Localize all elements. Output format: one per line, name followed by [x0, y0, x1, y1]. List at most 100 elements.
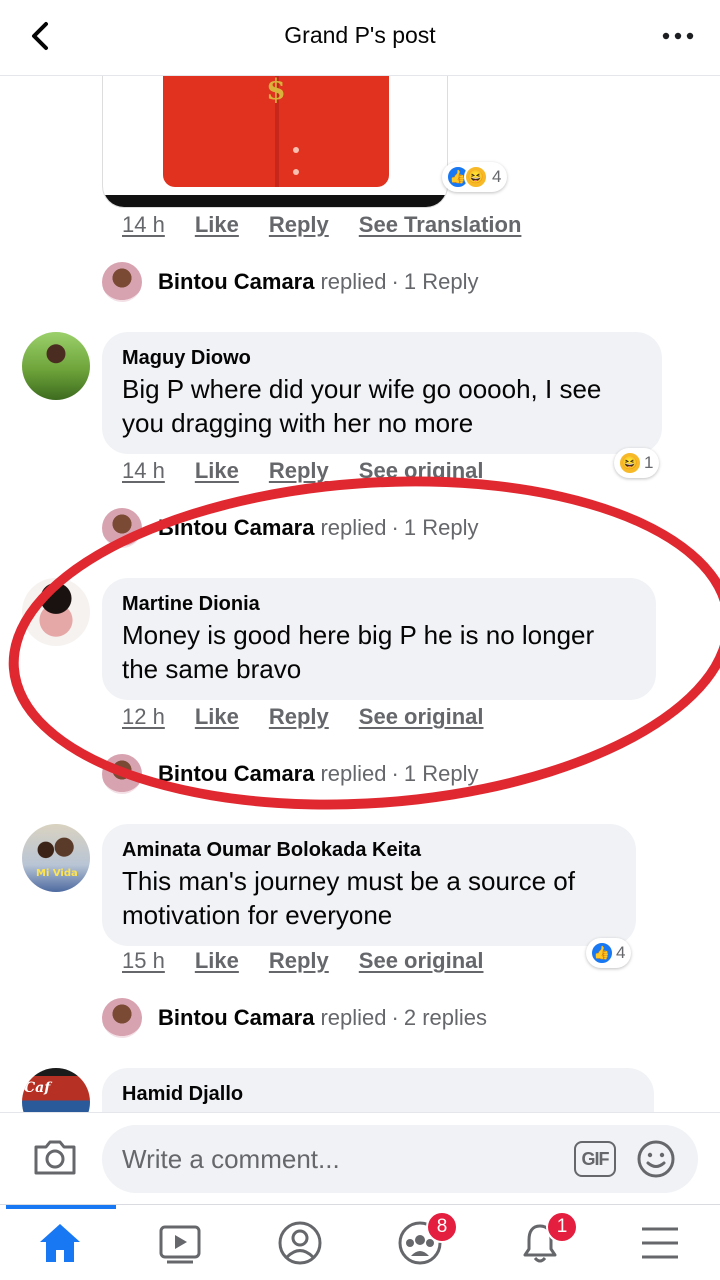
see-original-link[interactable]: See original	[359, 704, 484, 730]
tab-home[interactable]	[36, 1219, 84, 1267]
avatar[interactable]: Caf	[22, 1068, 90, 1112]
reply-author: Bintou Camara	[158, 1005, 315, 1030]
reaction-summary[interactable]: 👍 😆 4	[442, 162, 508, 192]
tab-profile[interactable]	[276, 1219, 324, 1267]
reply-author: Bintou Camara	[158, 761, 315, 786]
separator: ·	[391, 269, 399, 294]
comment-author[interactable]: Hamid Djallo	[122, 1080, 634, 1108]
comment-text: Big P where did your wife go ooooh, I se…	[122, 374, 602, 438]
separator: ·	[391, 515, 399, 540]
reply-button[interactable]: Reply	[269, 704, 329, 730]
reply-count: 1 Reply	[403, 515, 479, 540]
thumbs-up-icon: 👍	[590, 941, 614, 965]
replies-summary[interactable]: Bintou Camara replied · 2 replies	[102, 998, 487, 1038]
photo-bottom-edge	[103, 195, 447, 207]
reply-verb: replied	[320, 269, 387, 294]
comment-time[interactable]: 14 h	[122, 212, 165, 238]
avatar-caption: Caf	[24, 1080, 51, 1096]
reply-button[interactable]: Reply	[269, 948, 329, 974]
gif-button[interactable]: GIF	[574, 1141, 616, 1177]
separator: ·	[391, 1005, 399, 1030]
comment-composer: GIF	[0, 1112, 720, 1204]
top-bar: Grand P's post	[0, 0, 720, 76]
reply-verb: replied	[320, 1005, 387, 1030]
groups-badge: 8	[426, 1211, 458, 1243]
see-translation-link[interactable]: See Translation	[359, 212, 522, 238]
replies-summary[interactable]: Bintou Camara replied · 1 Reply	[102, 754, 478, 794]
reaction-summary[interactable]: 👍 4	[586, 938, 632, 968]
tab-notifications[interactable]: 1	[516, 1211, 578, 1267]
camera-icon	[34, 1140, 76, 1175]
photo-button	[293, 147, 299, 153]
comment-photo[interactable]: $	[102, 76, 448, 208]
comment-time[interactable]: 14 h	[122, 458, 165, 484]
comment-text: Money is good here big P he is no longer…	[122, 620, 595, 684]
comment-actions: 14 h Like Reply See original	[122, 458, 484, 484]
like-button[interactable]: Like	[195, 948, 239, 974]
emoji-button[interactable]	[636, 1139, 676, 1179]
laughing-emoji-icon: 😆	[618, 451, 642, 475]
comment-bubble[interactable]: Aminata Oumar Bolokada Keita This man's …	[102, 824, 636, 946]
comment-bubble[interactable]: Hamid Djallo	[102, 1068, 654, 1112]
comment-author[interactable]: Martine Dionia	[122, 590, 636, 618]
reaction-summary[interactable]: 😆 1	[614, 448, 660, 478]
comment-actions: 15 h Like Reply See original	[122, 948, 484, 974]
smiley-icon	[637, 1140, 675, 1178]
avatar[interactable]	[22, 332, 90, 400]
avatar	[102, 754, 142, 794]
reply-verb: replied	[320, 515, 387, 540]
tab-watch[interactable]	[156, 1219, 204, 1267]
reply-count: 2 replies	[403, 1005, 488, 1030]
bottom-tab-bar: 8 1	[0, 1204, 720, 1280]
reply-button[interactable]: Reply	[269, 458, 329, 484]
comment-time[interactable]: 12 h	[122, 704, 165, 730]
reaction-count: 1	[644, 453, 654, 472]
profile-icon	[278, 1221, 322, 1265]
ellipsis-icon	[662, 32, 694, 40]
video-icon	[159, 1225, 201, 1264]
reply-author: Bintou Camara	[158, 515, 315, 540]
reply-verb: replied	[320, 761, 387, 786]
avatar-caption: Mi Vida	[36, 868, 78, 879]
comment-bubble[interactable]: Maguy Diowo Big P where did your wife go…	[102, 332, 662, 454]
more-options-button[interactable]	[660, 22, 696, 50]
comments-feed[interactable]: $ 👍 😆 4 14 h Like Reply See Translation …	[0, 76, 720, 1112]
avatar	[102, 508, 142, 548]
reaction-count: 4	[616, 943, 626, 962]
camera-button[interactable]	[32, 1137, 78, 1177]
comment-author[interactable]: Aminata Oumar Bolokada Keita	[122, 836, 616, 864]
like-button[interactable]: Like	[195, 212, 239, 238]
comment-actions: 12 h Like Reply See original	[122, 704, 484, 730]
tab-menu[interactable]	[636, 1219, 684, 1267]
like-button[interactable]: Like	[195, 458, 239, 484]
comment-bubble[interactable]: Martine Dionia Money is good here big P …	[102, 578, 656, 700]
separator: ·	[391, 761, 399, 786]
laughing-emoji-icon: 😆	[464, 165, 488, 189]
replies-summary[interactable]: Bintou Camara replied · 1 Reply	[102, 262, 478, 302]
tab-groups[interactable]: 8	[396, 1211, 458, 1267]
reply-count: 1 Reply	[403, 269, 479, 294]
reaction-count: 4	[492, 167, 502, 186]
avatar[interactable]	[22, 578, 90, 646]
dollar-pendant-icon: $	[266, 76, 286, 106]
avatar	[102, 998, 142, 1038]
avatar[interactable]: Mi Vida	[22, 824, 90, 892]
home-icon	[40, 1224, 80, 1262]
reply-author: Bintou Camara	[158, 269, 315, 294]
reply-button[interactable]: Reply	[269, 212, 329, 238]
comment-text: This man's journey must be a source of m…	[122, 866, 575, 930]
active-tab-indicator	[6, 1205, 116, 1209]
comment-author[interactable]: Maguy Diowo	[122, 344, 642, 372]
like-button[interactable]: Like	[195, 704, 239, 730]
menu-icon	[642, 1227, 678, 1259]
comment-actions: 14 h Like Reply See Translation	[122, 212, 521, 238]
reply-count: 1 Reply	[403, 761, 479, 786]
replies-summary[interactable]: Bintou Camara replied · 1 Reply	[102, 508, 478, 548]
comment-time[interactable]: 15 h	[122, 948, 165, 974]
see-original-link[interactable]: See original	[359, 948, 484, 974]
avatar	[102, 262, 142, 302]
photo-button	[293, 169, 299, 175]
notifications-badge: 1	[546, 1211, 578, 1243]
page-title: Grand P's post	[284, 22, 436, 48]
see-original-link[interactable]: See original	[359, 458, 484, 484]
